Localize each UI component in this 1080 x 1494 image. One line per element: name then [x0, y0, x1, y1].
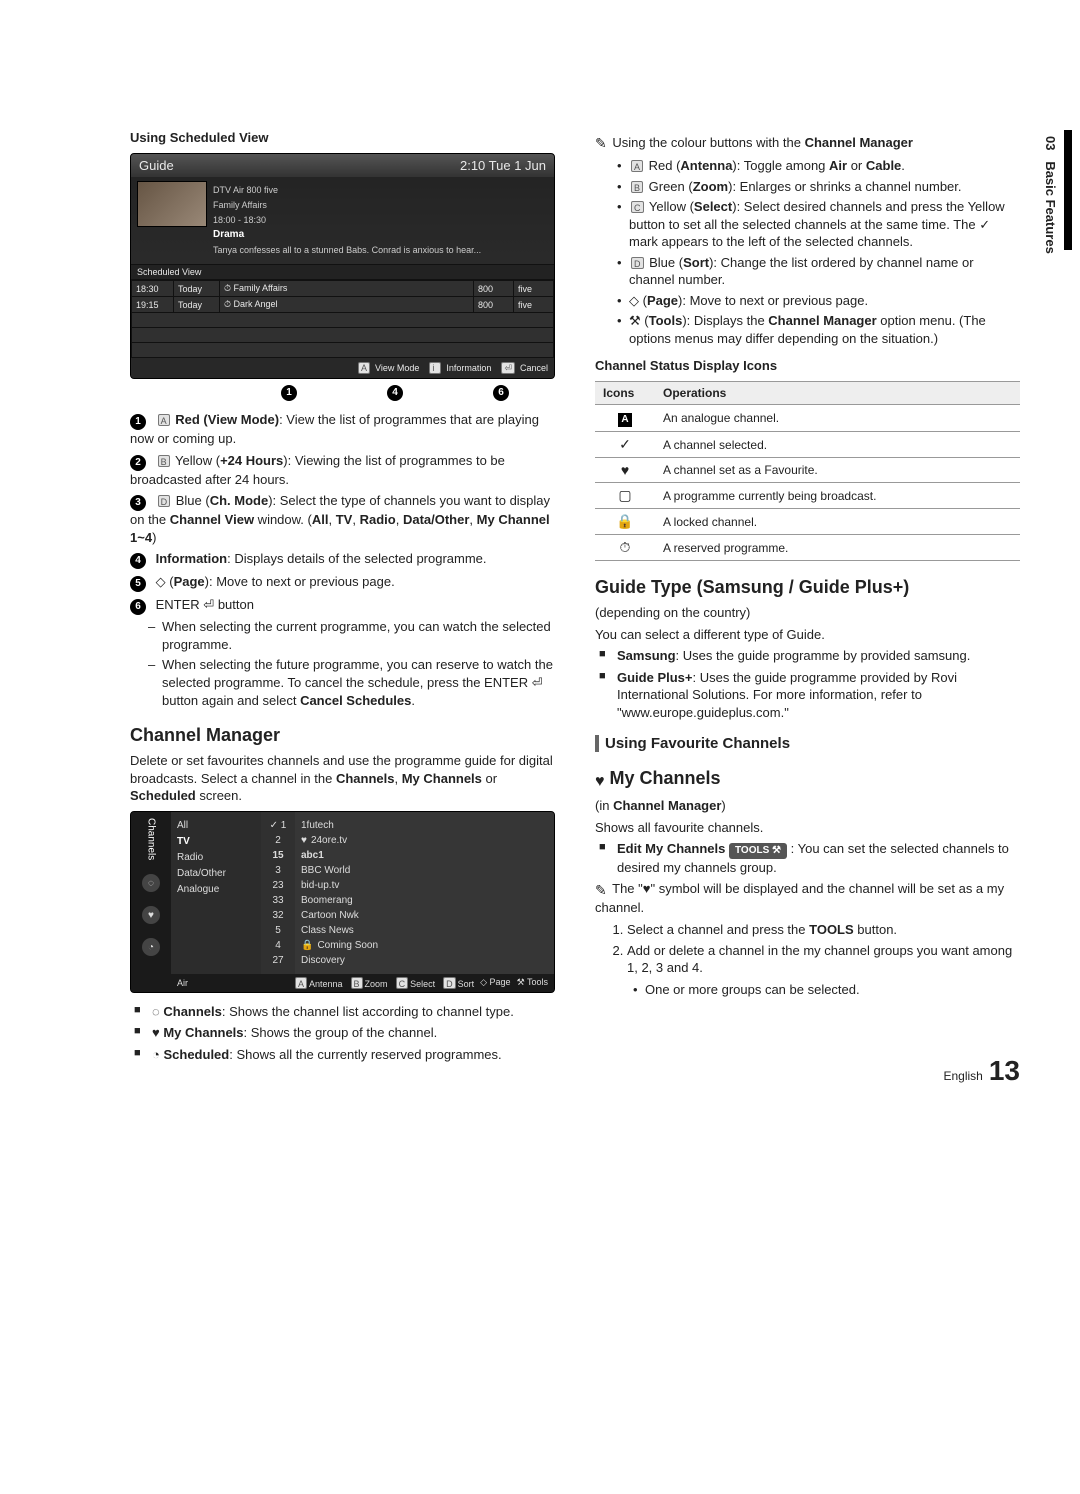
list-item: C Yellow (Select): Select desired channe… — [611, 198, 1020, 251]
list-item: 2 B Yellow (+24 Hours): Viewing the list… — [130, 452, 555, 489]
remote-d-icon: D — [631, 257, 644, 269]
remote-a-icon: A — [158, 414, 170, 426]
clock-icon: ◔ — [152, 1047, 160, 1062]
guide-callouts: 1 4 6 — [130, 385, 555, 401]
guide-type-sub: (depending on the country) — [595, 604, 1020, 622]
my-channels-note: ✎ The "♥" symbol will be displayed and t… — [595, 880, 1020, 917]
page-updown-icon: ◇ — [629, 293, 639, 308]
tools-icon: ⚒ — [629, 313, 641, 328]
step-item: Select a channel and press the TOOLS but… — [627, 921, 1020, 939]
broadcast-icon: ▢ — [595, 483, 655, 509]
guide-scheduled-label: Scheduled View — [131, 264, 554, 280]
guide-meta-genre: Drama — [213, 229, 244, 240]
list-item: Guide Plus+: Uses the guide programme pr… — [595, 669, 1020, 722]
guide-title: Guide — [139, 158, 174, 173]
clock-icon: ⏱ — [595, 535, 655, 561]
list-item: B Green (Zoom): Enlarges or shrinks a ch… — [611, 178, 1020, 196]
heart-icon: ♥ — [152, 1025, 160, 1040]
channel-manager-osd: Channels ◌ ♥ ◔ All TV Radio Data/Other A… — [130, 811, 555, 993]
guide-ftr-info: iInformation — [427, 362, 491, 374]
guide-meta-time: 18:00 - 18:30 — [213, 215, 481, 226]
guide-clock: 2:10 Tue 1 Jun — [460, 158, 546, 173]
my-channels-heading: ♥ My Channels — [595, 768, 1020, 791]
guide-meta-source: DTV Air 800 five — [213, 185, 481, 196]
page-footer: English 13 — [943, 1055, 1020, 1087]
list-item: ◇ (Page): Move to next or previous page. — [611, 292, 1020, 310]
list-sub: When selecting the current programme, yo… — [148, 618, 555, 653]
tools-pill: TOOLS ⚒ — [729, 843, 787, 859]
guide-table: 18:30 Today ⏱ Family Affairs 800 five 19… — [131, 280, 554, 358]
clock-icon: ◔ — [142, 938, 160, 956]
list-item: A Red (Antenna): Toggle among Air or Cab… — [611, 157, 1020, 175]
list-item: ♥ My Channels: Shows the group of the ch… — [130, 1024, 555, 1042]
channels-icon: ◌ — [142, 874, 160, 892]
cm-type-list: All TV Radio Data/Other Analogue — [171, 812, 261, 974]
heart-icon: ♥ — [301, 833, 307, 848]
list-item: ◌ Channels: Shows the channel list accor… — [130, 1003, 555, 1021]
remote-c-icon: C — [631, 201, 644, 213]
note-icon: ✎ — [595, 135, 607, 151]
channels-icon: ◌ — [152, 1004, 160, 1019]
using-favourite-heading: Using Favourite Channels — [595, 735, 1020, 752]
guide-ftr-cancel: ⏎Cancel — [499, 362, 548, 374]
channel-manager-heading: Channel Manager — [130, 725, 555, 746]
status-icons-table: Icons Operations AAn analogue channel. ✓… — [595, 381, 1020, 561]
analogue-icon: A — [618, 413, 632, 427]
guide-ftr-viewmode: AView Mode — [356, 362, 419, 374]
cm-number-list: ✓ 1 2 15 3 23 33 32 5 4 27 — [261, 812, 295, 974]
guide-meta-desc: Tanya confesses all to a stunned Babs. C… — [213, 245, 481, 256]
guide-type-intro: You can select a different type of Guide… — [595, 626, 1020, 644]
enter-icon: ⏎ — [203, 597, 214, 612]
guide-meta-prog: Family Affairs — [213, 200, 481, 211]
check-icon: ✓ — [595, 432, 655, 458]
note-icon: ✎ — [595, 882, 607, 898]
list-item: 6 ENTER ⏎ button When selecting the curr… — [130, 596, 555, 709]
my-channels-intro: Shows all favourite channels. — [595, 819, 1020, 837]
list-item: 1 A Red (View Mode): View the list of pr… — [130, 411, 555, 448]
list-item: One or more groups can be selected. — [627, 981, 1020, 999]
guide-osd: Guide 2:10 Tue 1 Jun DTV Air 800 five Fa… — [130, 153, 555, 379]
heart-icon: ♥ — [142, 906, 160, 924]
status-icons-heading: Channel Status Display Icons — [595, 358, 777, 373]
cm-side-label: Channels — [146, 818, 157, 860]
page-updown-icon: ◇ — [156, 574, 166, 589]
list-item: Samsung: Uses the guide programme by pro… — [595, 647, 1020, 665]
list-item: 5 ◇ (Page): Move to next or previous pag… — [130, 573, 555, 592]
list-item: ⚒ (Tools): Displays the Channel Manager … — [611, 312, 1020, 347]
lock-icon: 🔒 — [595, 509, 655, 535]
heart-icon: ♥ — [595, 773, 605, 790]
heart-icon: ♥ — [595, 458, 655, 483]
cm-name-list: 1futech ♥24ore.tv abc1 BBC World bid-up.… — [295, 812, 554, 974]
guide-thumbnail — [137, 181, 207, 227]
colour-note: ✎ Using the colour buttons with the Chan… — [595, 134, 1020, 153]
guide-row: 18:30 Today ⏱ Family Affairs 800 five — [132, 281, 554, 297]
my-channels-sub: (in Channel Manager) — [595, 797, 1020, 815]
remote-d-icon: D — [158, 495, 171, 507]
list-item: 3 D Blue (Ch. Mode): Select the type of … — [130, 492, 555, 546]
list-sub: When selecting the future programme, you… — [148, 656, 555, 709]
channel-manager-intro: Delete or set favourites channels and us… — [130, 752, 555, 805]
remote-b-icon: B — [158, 455, 170, 467]
cm-footer-tools: AAntenna BZoom CSelect DSort ◇ Page ⚒ To… — [293, 977, 548, 989]
using-scheduled-view-heading: Using Scheduled View — [130, 130, 555, 145]
list-item: ◔ Scheduled: Shows all the currently res… — [130, 1046, 555, 1064]
step-item: Add or delete a channel in the my channe… — [627, 942, 1020, 999]
remote-b-icon: B — [631, 181, 643, 193]
guide-row: 19:15 Today ⏱ Dark Angel 800 five — [132, 297, 554, 313]
check-icon: ✓ — [979, 217, 990, 232]
cm-footer-left: Air — [177, 978, 188, 988]
guide-type-heading: Guide Type (Samsung / Guide Plus+) — [595, 577, 1020, 598]
remote-a-icon: A — [631, 160, 643, 172]
list-item: Edit My Channels TOOLS ⚒ : You can set t… — [595, 840, 1020, 876]
list-item: D Blue (Sort): Change the list ordered b… — [611, 254, 1020, 289]
lock-icon: 🔒 — [301, 938, 313, 953]
list-item: 4 Information: Displays details of the s… — [130, 550, 555, 569]
